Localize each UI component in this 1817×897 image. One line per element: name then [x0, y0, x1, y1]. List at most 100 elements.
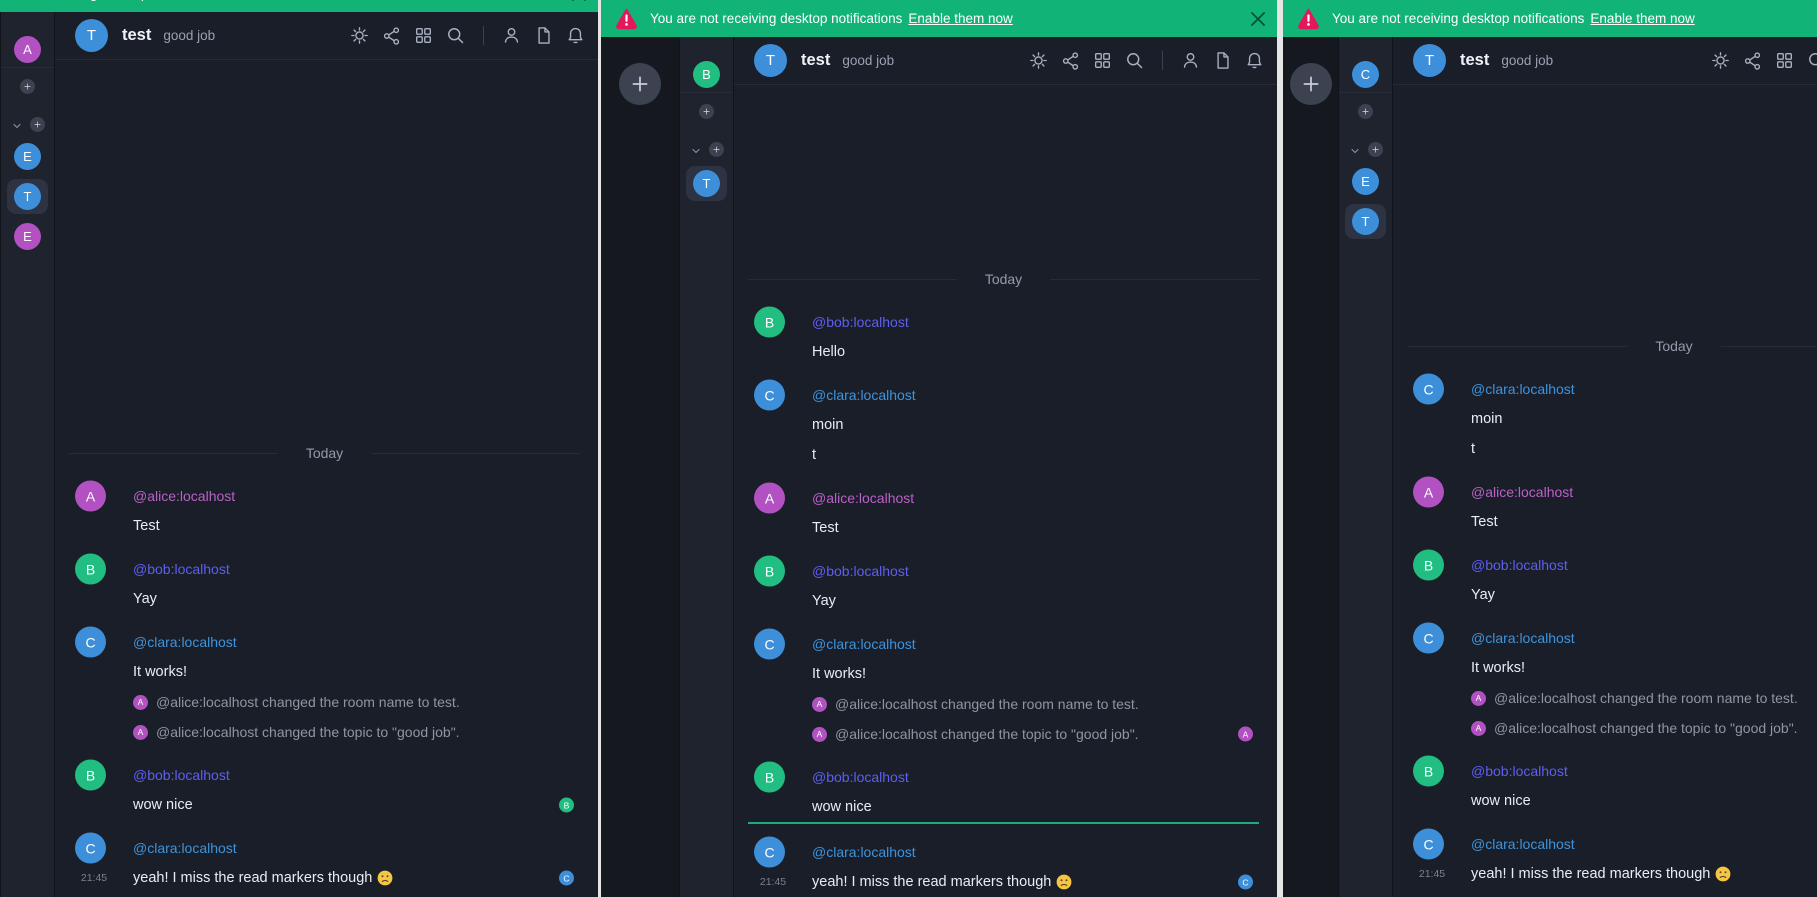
banner-action-link[interactable]: Enable them now: [908, 11, 1012, 26]
user-avatar[interactable]: C: [1352, 61, 1379, 88]
user-avatar[interactable]: B: [693, 61, 720, 88]
settings-icon[interactable]: [1028, 50, 1049, 71]
settings-icon[interactable]: [349, 25, 370, 46]
add-room-button[interactable]: [699, 104, 714, 119]
message-sender[interactable]: @clara:localhost: [812, 844, 916, 860]
message-gutter: B: [734, 307, 812, 337]
message-gutter: A: [1393, 477, 1471, 507]
sidebar-item-room[interactable]: T: [1352, 208, 1379, 235]
share-icon[interactable]: [381, 25, 402, 46]
message-sender[interactable]: @bob:localhost: [1471, 763, 1568, 779]
message-avatar[interactable]: B: [1413, 550, 1444, 581]
settings-icon[interactable]: [1710, 50, 1731, 71]
sidebar-item-selected[interactable]: T: [7, 179, 48, 214]
message-avatar[interactable]: C: [1413, 623, 1444, 654]
sidebar-item-room-letter: E: [1361, 174, 1370, 189]
message-avatar[interactable]: C: [754, 837, 785, 868]
sidebar-item-room[interactable]: T: [693, 170, 720, 197]
chevron-down-icon[interactable]: [1349, 144, 1361, 156]
message-avatar[interactable]: A: [754, 483, 785, 514]
search-icon[interactable]: [1124, 50, 1145, 71]
add-space-button[interactable]: [1368, 142, 1383, 157]
message-text-content: wow nice: [1471, 793, 1531, 809]
sidebar-item-selected[interactable]: T: [686, 166, 727, 201]
message-avatar[interactable]: C: [1413, 829, 1444, 860]
message-avatar[interactable]: C: [754, 629, 785, 660]
person-icon[interactable]: [501, 25, 522, 46]
message-sender[interactable]: @clara:localhost: [1471, 630, 1575, 646]
message-gutter: [734, 719, 812, 749]
sidebar-item-selected[interactable]: T: [1345, 204, 1386, 239]
message-avatar[interactable]: B: [75, 760, 106, 791]
message-sender[interactable]: @clara:localhost: [133, 840, 237, 856]
banner-close-icon[interactable]: [568, 0, 590, 5]
share-icon[interactable]: [1742, 50, 1763, 71]
message-gutter: [55, 687, 133, 717]
message-avatar[interactable]: C: [1413, 374, 1444, 405]
message-gutter: [734, 410, 812, 440]
message-avatar[interactable]: B: [754, 307, 785, 338]
chevron-down-icon[interactable]: [690, 144, 702, 156]
message-sender[interactable]: @alice:localhost: [1471, 484, 1573, 500]
grid-icon[interactable]: [1774, 50, 1795, 71]
file-icon[interactable]: [533, 25, 554, 46]
message-sender[interactable]: @clara:localhost: [133, 634, 237, 650]
create-space-button[interactable]: [1290, 63, 1332, 105]
message-sender[interactable]: @alice:localhost: [812, 490, 914, 506]
room-avatar[interactable]: T: [75, 19, 108, 52]
banner-action-link[interactable]: Enable them now: [1590, 11, 1694, 26]
message-sender[interactable]: @bob:localhost: [812, 314, 909, 330]
add-space-button[interactable]: [709, 142, 724, 157]
message-text: wow nice: [812, 799, 872, 815]
message-avatar[interactable]: B: [75, 554, 106, 585]
room-avatar[interactable]: T: [754, 44, 787, 77]
message-sender[interactable]: @alice:localhost: [133, 488, 235, 504]
person-icon[interactable]: [1180, 50, 1201, 71]
message-avatar[interactable]: B: [1413, 756, 1444, 787]
message-avatar[interactable]: C: [75, 833, 106, 864]
divider-line: [1050, 279, 1259, 280]
message-avatar[interactable]: A: [75, 481, 106, 512]
message-sender[interactable]: @clara:localhost: [812, 636, 916, 652]
grid-icon[interactable]: [413, 25, 434, 46]
sidebar-item-room[interactable]: T: [14, 183, 41, 210]
message-sender[interactable]: @bob:localhost: [133, 561, 230, 577]
message-gutter: [734, 513, 812, 543]
message-avatar[interactable]: C: [75, 627, 106, 658]
user-avatar[interactable]: A: [14, 36, 41, 63]
grid-icon[interactable]: [1092, 50, 1113, 71]
message-avatar[interactable]: B: [754, 556, 785, 587]
date-divider: Today: [1393, 331, 1817, 361]
sidebar-item-room[interactable]: E: [14, 223, 41, 250]
add-room-button[interactable]: [1358, 104, 1373, 119]
sidebar-item-room[interactable]: E: [14, 143, 41, 170]
add-room-button[interactable]: [20, 79, 35, 94]
chevron-down-icon[interactable]: [11, 119, 23, 131]
message-sender[interactable]: @clara:localhost: [1471, 381, 1575, 397]
file-icon[interactable]: [1212, 50, 1233, 71]
banner-action-link[interactable]: Enable them now: [229, 0, 333, 1]
system-event-avatar-letter: A: [138, 727, 144, 737]
message-sender[interactable]: @bob:localhost: [812, 563, 909, 579]
message-avatar[interactable]: A: [1413, 477, 1444, 508]
add-space-button[interactable]: [30, 117, 45, 132]
bell-icon[interactable]: [565, 25, 586, 46]
message-sender[interactable]: @clara:localhost: [1471, 836, 1575, 852]
message-sender[interactable]: @bob:localhost: [133, 767, 230, 783]
sidebar-item-room[interactable]: E: [1352, 168, 1379, 195]
message-avatar[interactable]: B: [754, 762, 785, 793]
message-text-content: t: [812, 447, 816, 463]
message-row: moin: [734, 410, 1283, 440]
message-avatar[interactable]: C: [754, 380, 785, 411]
search-icon[interactable]: [445, 25, 466, 46]
message-sender[interactable]: @bob:localhost: [1471, 557, 1568, 573]
create-space-button[interactable]: [619, 63, 661, 105]
banner-close-icon[interactable]: [1247, 8, 1269, 30]
bell-icon[interactable]: [1244, 50, 1265, 71]
message-sender[interactable]: @bob:localhost: [812, 769, 909, 785]
room-avatar[interactable]: T: [1413, 44, 1446, 77]
search-icon[interactable]: [1806, 50, 1817, 71]
message-sender[interactable]: @clara:localhost: [812, 387, 916, 403]
message-gutter: 21:45: [55, 863, 133, 893]
share-icon[interactable]: [1060, 50, 1081, 71]
